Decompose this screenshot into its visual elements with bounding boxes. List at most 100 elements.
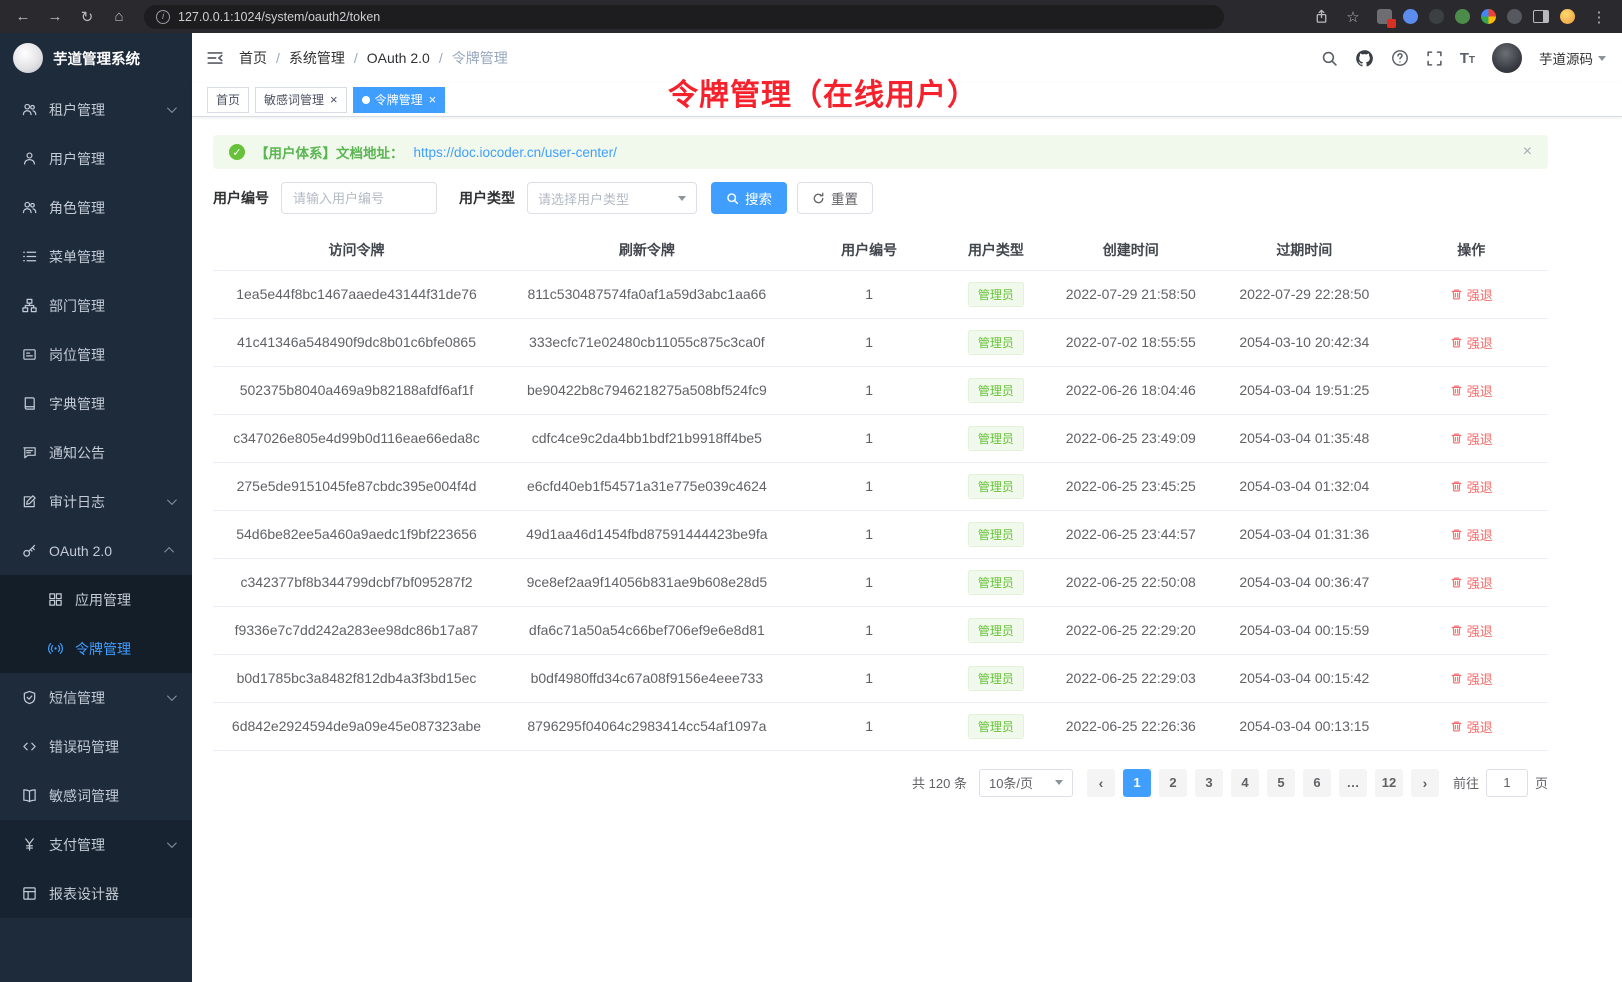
- per-page-select[interactable]: 10条/页: [979, 769, 1073, 797]
- user-avatar[interactable]: [1492, 43, 1522, 73]
- user-type-badge: 管理员: [968, 522, 1024, 547]
- force-logout-button[interactable]: 强退: [1450, 477, 1493, 496]
- home-button[interactable]: ⌂: [106, 5, 132, 29]
- force-logout-button[interactable]: 强退: [1450, 525, 1493, 544]
- user-type-badge: 管理员: [968, 474, 1024, 499]
- access-token-cell: 41c41346a548490f9dc8b01c6bfe0865: [213, 318, 500, 366]
- reload-button[interactable]: ↻: [74, 5, 100, 29]
- user-type-select[interactable]: 请选择用户类型: [527, 182, 697, 214]
- tab-token[interactable]: 令牌管理×: [353, 87, 446, 113]
- refresh-token-cell: 333ecfc71e02480cb11055c875c3ca0f: [500, 318, 794, 366]
- refresh-token-cell: 811c530487574fa0af1a59d3abc1aa66: [500, 270, 794, 318]
- chevron-down-icon: [678, 196, 686, 201]
- user-id-input[interactable]: [281, 182, 437, 214]
- prev-page-button[interactable]: ‹: [1087, 769, 1115, 797]
- breadcrumb-item[interactable]: 系统管理: [289, 48, 345, 68]
- expire-time-cell: 2054-03-04 01:31:36: [1214, 510, 1394, 558]
- sidebar-item-tenant[interactable]: 租户管理: [0, 85, 192, 134]
- share-icon[interactable]: [1314, 9, 1329, 24]
- page-button-2[interactable]: 2: [1159, 769, 1187, 797]
- sidebar-item-sensitive-word[interactable]: 敏感词管理: [0, 771, 192, 820]
- force-logout-button[interactable]: 强退: [1450, 429, 1493, 448]
- browser-chrome: ← → ↻ ⌂ i 127.0.0.1:1024/system/oauth2/t…: [0, 0, 1622, 33]
- access-token-cell: b0d1785bc3a8482f812db4a3f3bd15ec: [213, 654, 500, 702]
- sidebar-item-label: 令牌管理: [75, 639, 131, 659]
- side-panel-icon[interactable]: [1533, 10, 1549, 23]
- page-button-3[interactable]: 3: [1195, 769, 1223, 797]
- create-time-cell: 2022-06-25 23:44:57: [1047, 510, 1214, 558]
- next-page-button[interactable]: ›: [1411, 769, 1439, 797]
- create-time-cell: 2022-06-25 22:29:03: [1047, 654, 1214, 702]
- reset-button[interactable]: 重置: [797, 182, 873, 214]
- code-icon: [21, 739, 37, 755]
- extension-gray-icon[interactable]: [1507, 9, 1522, 24]
- force-logout-button[interactable]: 强退: [1450, 669, 1493, 688]
- oauth-icon: [21, 543, 37, 559]
- sidebar-item-sms[interactable]: 短信管理: [0, 673, 192, 722]
- force-logout-button[interactable]: 强退: [1450, 333, 1493, 352]
- forward-button[interactable]: →: [42, 5, 68, 29]
- breadcrumb-item[interactable]: 首页: [239, 48, 267, 68]
- username-dropdown[interactable]: 芋道源码: [1539, 48, 1606, 68]
- report-icon: [21, 886, 37, 902]
- profile-avatar-icon[interactable]: [1560, 9, 1575, 24]
- extension-dark-icon[interactable]: [1429, 9, 1444, 24]
- extensions-puzzle-icon[interactable]: [1481, 9, 1496, 24]
- sidebar-item-pay[interactable]: 支付管理: [0, 820, 192, 869]
- breadcrumb-item[interactable]: OAuth 2.0: [367, 50, 430, 66]
- alert-doc-link[interactable]: https://doc.iocoder.cn/user-center/: [414, 145, 617, 160]
- sidebar-item-oauth2-token[interactable]: 令牌管理: [0, 624, 192, 673]
- fullscreen-icon[interactable]: [1426, 50, 1443, 67]
- page-button-6[interactable]: 6: [1303, 769, 1331, 797]
- bookmark-star-icon[interactable]: ☆: [1340, 5, 1366, 29]
- sidebar-item-post[interactable]: 岗位管理: [0, 330, 192, 379]
- sidebar-item-oauth2[interactable]: OAuth 2.0: [0, 526, 192, 575]
- refresh-token-cell: 8796295f04064c2983414cc54af1097a: [500, 702, 794, 750]
- trash-icon: [1450, 672, 1463, 685]
- sidebar-item-role[interactable]: 角色管理: [0, 183, 192, 232]
- extension-green-icon[interactable]: [1455, 9, 1470, 24]
- page-ellipsis-button[interactable]: …: [1339, 769, 1367, 797]
- goto-page-input[interactable]: [1486, 769, 1528, 797]
- table-row: 502375b8040a469a9b82188afdf6af1fbe90422b…: [213, 366, 1548, 414]
- sidebar-item-dept[interactable]: 部门管理: [0, 281, 192, 330]
- app-logo[interactable]: 芋道管理系统: [0, 33, 192, 83]
- extension-blue-icon[interactable]: [1403, 9, 1418, 24]
- sidebar-item-report-designer[interactable]: 报表设计器: [0, 869, 192, 918]
- force-logout-button[interactable]: 强退: [1450, 717, 1493, 736]
- sidebar-item-dict[interactable]: 字典管理: [0, 379, 192, 428]
- sidebar-item-error-code[interactable]: 错误码管理: [0, 722, 192, 771]
- github-icon[interactable]: [1355, 49, 1374, 68]
- force-logout-button[interactable]: 强退: [1450, 573, 1493, 592]
- site-info-icon[interactable]: i: [156, 10, 170, 24]
- force-logout-button[interactable]: 强退: [1450, 621, 1493, 640]
- tab-home[interactable]: 首页: [207, 87, 249, 113]
- page-button-5[interactable]: 5: [1267, 769, 1295, 797]
- browser-menu-icon[interactable]: ⋮: [1586, 5, 1612, 29]
- user-id-cell: 1: [794, 702, 945, 750]
- extension-grid-icon[interactable]: [1377, 9, 1392, 24]
- search-icon[interactable]: [1321, 50, 1338, 67]
- sidebar-item-notice[interactable]: 通知公告: [0, 428, 192, 477]
- back-button[interactable]: ←: [10, 5, 36, 29]
- force-logout-button[interactable]: 强退: [1450, 381, 1493, 400]
- sidebar-item-audit-log[interactable]: 审计日志: [0, 477, 192, 526]
- page-button-4[interactable]: 4: [1231, 769, 1259, 797]
- search-button[interactable]: 搜索: [711, 182, 787, 214]
- close-tab-icon[interactable]: ×: [429, 93, 437, 106]
- close-tab-icon[interactable]: ×: [330, 93, 338, 106]
- sidebar-item-oauth2-app[interactable]: 应用管理: [0, 575, 192, 624]
- collapse-sidebar-icon[interactable]: [206, 49, 224, 67]
- sidebar-item-label: 部门管理: [49, 296, 105, 316]
- sidebar-item-user[interactable]: 用户管理: [0, 134, 192, 183]
- help-icon[interactable]: [1391, 49, 1409, 67]
- tab-sensitive-word[interactable]: 敏感词管理×: [255, 87, 347, 113]
- alert-close-icon[interactable]: ×: [1523, 143, 1532, 161]
- font-size-icon[interactable]: TT: [1460, 50, 1475, 67]
- sidebar-item-menu[interactable]: 菜单管理: [0, 232, 192, 281]
- force-logout-button[interactable]: 强退: [1450, 285, 1493, 304]
- url-bar[interactable]: i 127.0.0.1:1024/system/oauth2/token: [144, 5, 1224, 29]
- page-button-1[interactable]: 1: [1123, 769, 1151, 797]
- page-button-12[interactable]: 12: [1375, 769, 1403, 797]
- goto-label: 前往: [1453, 773, 1479, 792]
